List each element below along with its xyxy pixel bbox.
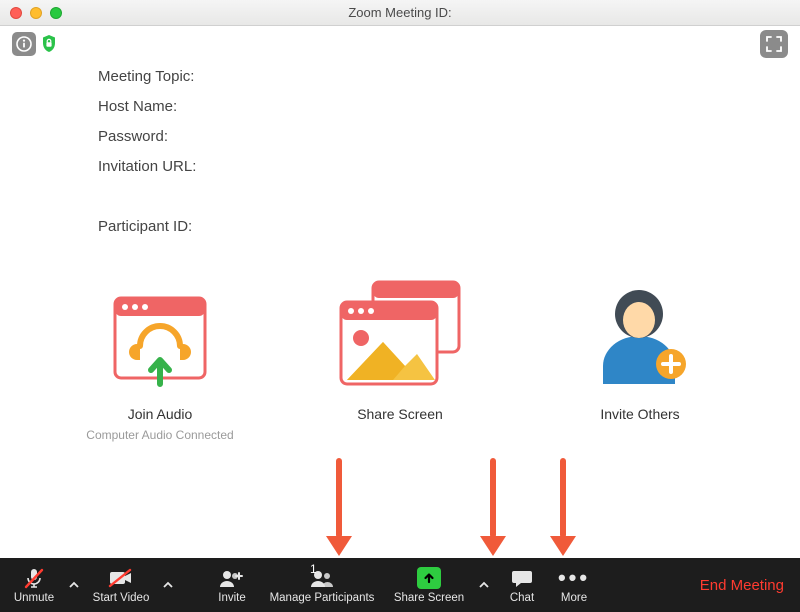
join-audio-icon (70, 280, 250, 390)
password-label: Password: (98, 122, 800, 152)
share-screen-tile-label: Share Screen (310, 406, 490, 422)
share-screen-button[interactable]: Share Screen (386, 558, 472, 612)
window-traffic-lights (10, 7, 62, 19)
chevron-up-icon (162, 579, 174, 591)
unmute-button[interactable]: Unmute (6, 558, 62, 612)
action-tiles: Join Audio Computer Audio Connected Shar… (0, 280, 800, 442)
titlebar: Zoom Meeting ID: (0, 0, 800, 26)
close-window-button[interactable] (10, 7, 22, 19)
start-video-label: Start Video (93, 592, 150, 604)
info-icon (16, 36, 32, 52)
join-audio-sub: Computer Audio Connected (70, 428, 250, 442)
more-icon: ••• (558, 566, 590, 590)
zoom-window-button[interactable] (50, 7, 62, 19)
microphone-muted-icon (23, 566, 45, 590)
more-button[interactable]: ••• More (548, 558, 600, 612)
unmute-label: Unmute (14, 592, 54, 604)
audio-options-caret[interactable] (62, 558, 86, 612)
invitation-url-label: Invitation URL: (98, 152, 800, 182)
chat-button[interactable]: Chat (496, 558, 548, 612)
encryption-icon (42, 35, 56, 53)
invite-others-icon (550, 280, 730, 390)
window-title: Zoom Meeting ID: (348, 5, 451, 20)
participant-id-label: Participant ID: (98, 212, 800, 242)
start-video-button[interactable]: Start Video (86, 558, 156, 612)
manage-participants-label: Manage Participants (270, 592, 375, 604)
share-screen-tile-icon (310, 280, 490, 390)
invite-others-tile[interactable]: Invite Others (550, 280, 730, 442)
share-screen-tile[interactable]: Share Screen (310, 280, 490, 442)
annotation-arrow (326, 458, 352, 556)
top-row (0, 26, 800, 62)
participants-count-badge: 1 (310, 562, 317, 576)
annotation-arrow (550, 458, 576, 556)
end-meeting-button[interactable]: End Meeting (700, 577, 784, 594)
invite-button[interactable]: Invite (206, 558, 258, 612)
share-screen-label: Share Screen (394, 592, 464, 604)
invite-others-label: Invite Others (550, 406, 730, 422)
fullscreen-icon (766, 36, 782, 52)
share-options-caret[interactable] (472, 558, 496, 612)
join-audio-label: Join Audio (70, 406, 250, 422)
join-audio-tile[interactable]: Join Audio Computer Audio Connected (70, 280, 250, 442)
meeting-topic-label: Meeting Topic: (98, 62, 800, 92)
fullscreen-button[interactable] (760, 30, 788, 58)
chat-icon (511, 566, 533, 590)
minimize-window-button[interactable] (30, 7, 42, 19)
chevron-up-icon (68, 579, 80, 591)
meeting-toolbar: Unmute Start Video Invite 1 (0, 558, 800, 612)
more-label: More (561, 592, 587, 604)
camera-off-icon (108, 566, 134, 590)
chevron-up-icon (478, 579, 490, 591)
host-name-label: Host Name: (98, 92, 800, 122)
video-options-caret[interactable] (156, 558, 180, 612)
meeting-info: Meeting Topic: Host Name: Password: Invi… (98, 62, 800, 242)
share-screen-icon (417, 566, 441, 590)
manage-participants-button[interactable]: 1 Manage Participants (258, 558, 386, 612)
invite-icon (219, 566, 245, 590)
annotation-arrow (480, 458, 506, 556)
chat-label: Chat (510, 592, 534, 604)
meeting-info-button[interactable] (12, 32, 36, 56)
invite-label: Invite (218, 592, 246, 604)
